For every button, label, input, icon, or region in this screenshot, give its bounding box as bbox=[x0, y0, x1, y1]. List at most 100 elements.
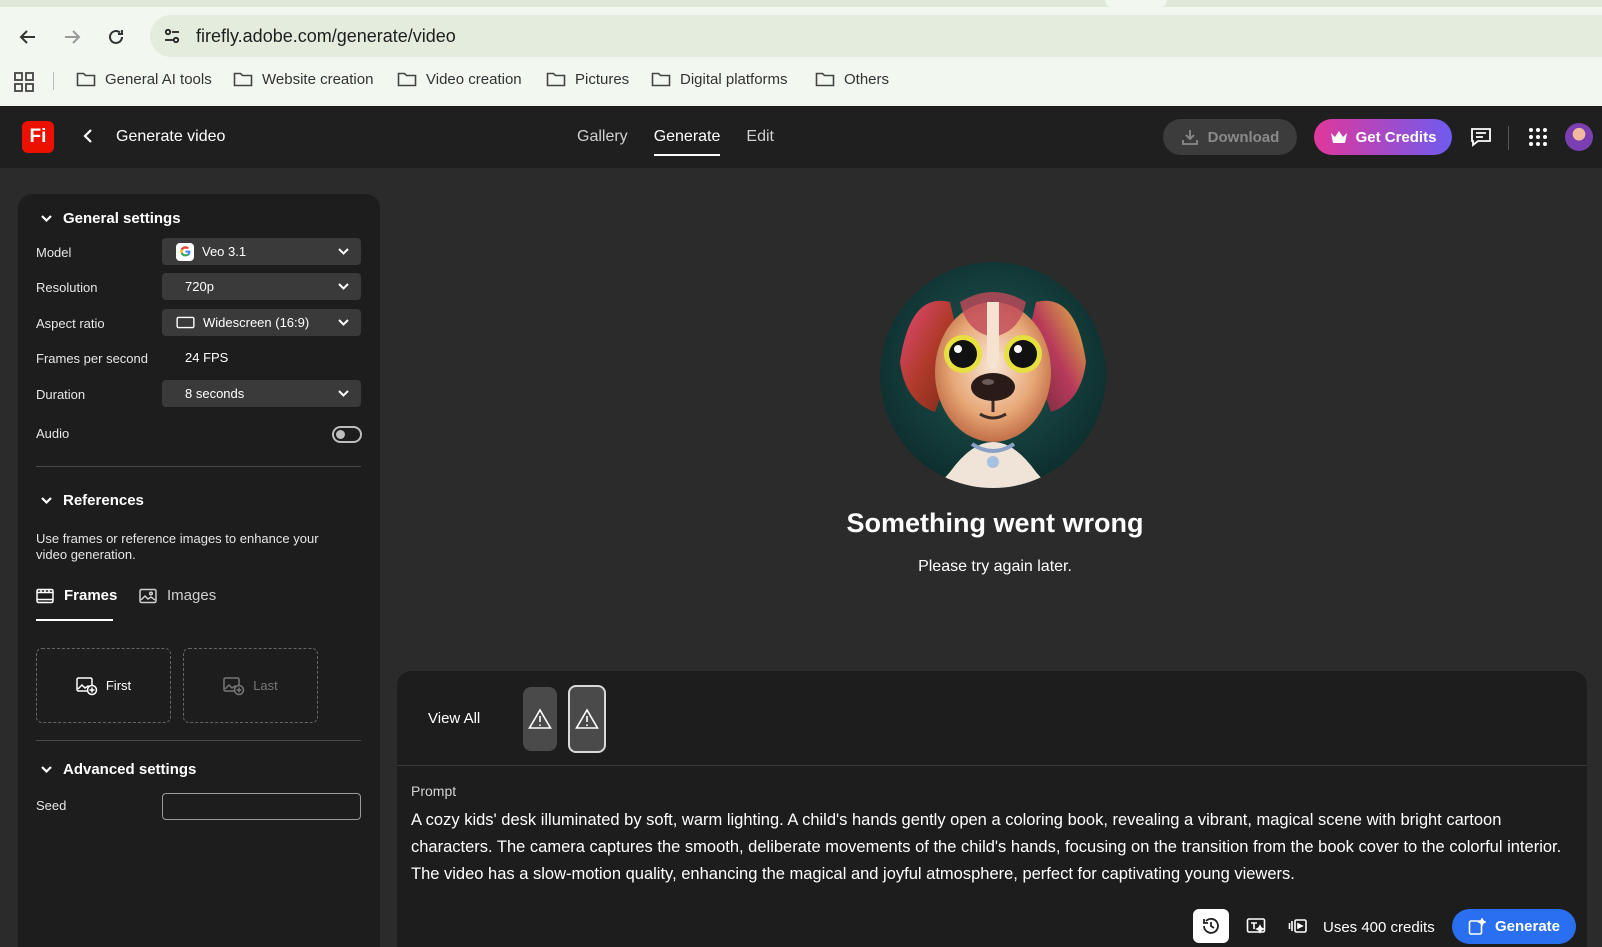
chevron-left-icon[interactable] bbox=[78, 125, 100, 147]
first-frame-label: First bbox=[105, 678, 132, 693]
folder-icon bbox=[546, 72, 566, 87]
bookmark-label: Pictures bbox=[575, 70, 630, 88]
view-all-link[interactable]: View All bbox=[428, 710, 480, 727]
references-header[interactable]: References bbox=[40, 492, 144, 509]
bookmark-folder[interactable]: Digital platforms bbox=[651, 70, 788, 88]
reload-button[interactable] bbox=[101, 22, 131, 52]
aspect-ratio-picker[interactable]: Widescreen (16:9) bbox=[162, 309, 361, 336]
download-label: Download bbox=[1207, 128, 1280, 146]
divider bbox=[36, 740, 361, 741]
general-settings-header[interactable]: General settings bbox=[40, 210, 181, 227]
resolution-label: Resolution bbox=[36, 280, 98, 295]
duration-picker[interactable]: 8 seconds bbox=[162, 380, 361, 407]
tab-frames[interactable]: Frames bbox=[36, 587, 117, 604]
first-frame-dropzone[interactable]: First bbox=[36, 648, 171, 723]
audio-toggle[interactable] bbox=[332, 426, 362, 443]
resolution-picker[interactable]: 720p bbox=[162, 273, 361, 300]
generate-button[interactable]: Generate bbox=[1452, 909, 1576, 944]
tab-strip bbox=[0, 0, 1602, 7]
address-bar[interactable]: firefly.adobe.com/generate/video bbox=[150, 15, 1602, 57]
chevron-down-icon bbox=[338, 319, 349, 326]
prompt-textarea[interactable]: A cozy kids' desk illuminated by soft, w… bbox=[411, 807, 1576, 888]
warning-icon bbox=[528, 708, 552, 729]
frames-tab-label: Frames bbox=[64, 587, 118, 604]
toggle-knob bbox=[336, 430, 345, 439]
images-tab-label: Images bbox=[167, 587, 217, 604]
advanced-settings-header[interactable]: Advanced settings bbox=[40, 761, 196, 778]
tab-generate[interactable]: Generate bbox=[653, 128, 720, 156]
user-avatar[interactable] bbox=[1565, 123, 1593, 151]
browser-chrome: firefly.adobe.com/generate/video General… bbox=[0, 0, 1602, 106]
history-icon bbox=[1203, 918, 1219, 934]
arrow-right-icon bbox=[65, 30, 81, 44]
forward-button[interactable] bbox=[57, 22, 87, 52]
widescreen-icon bbox=[176, 316, 195, 329]
aspect-ratio-label: Aspect ratio bbox=[36, 316, 105, 331]
tab-images[interactable]: Images bbox=[139, 587, 216, 604]
arrow-left-icon bbox=[19, 30, 35, 44]
divider bbox=[397, 765, 1587, 766]
bookmark-label: Others bbox=[844, 70, 890, 88]
audio-label: Audio bbox=[36, 426, 70, 441]
generate-label: Generate bbox=[1494, 918, 1561, 935]
tab-edit[interactable]: Edit bbox=[746, 128, 774, 156]
fps-label: Frames per second bbox=[36, 351, 148, 366]
references-description: Use frames or reference images to enhanc… bbox=[36, 531, 319, 562]
chevron-down-icon bbox=[338, 283, 349, 290]
url-text: firefly.adobe.com/generate/video bbox=[196, 26, 456, 46]
active-browser-tab[interactable] bbox=[1105, 0, 1167, 7]
firefly-logo[interactable]: Fi bbox=[22, 121, 54, 153]
failed-generation-thumbnail[interactable] bbox=[523, 687, 557, 751]
effects-icon bbox=[1288, 919, 1307, 933]
history-button[interactable] bbox=[1193, 909, 1229, 943]
main-tabs: Gallery Generate Edit bbox=[577, 128, 774, 156]
add-image-icon bbox=[76, 676, 98, 695]
bookmark-folder[interactable]: General AI tools bbox=[76, 70, 212, 88]
chevron-down-icon bbox=[41, 766, 52, 774]
model-label: Model bbox=[36, 245, 72, 260]
back-button[interactable] bbox=[13, 22, 43, 52]
folder-icon bbox=[651, 72, 671, 87]
failed-generation-thumbnail[interactable] bbox=[568, 685, 606, 753]
image-icon bbox=[139, 588, 157, 603]
bookmark-folder[interactable]: Pictures bbox=[546, 70, 629, 88]
bookmark-folder[interactable]: Website creation bbox=[233, 70, 373, 88]
seed-input[interactable] bbox=[162, 793, 361, 820]
prompt-panel: View All Prompt A cozy kids' desk illumi… bbox=[397, 671, 1587, 947]
warning-icon bbox=[575, 708, 599, 729]
prompt-label: Prompt bbox=[411, 783, 457, 799]
download-button[interactable]: Download bbox=[1163, 119, 1297, 155]
tab-gallery[interactable]: Gallery bbox=[577, 128, 628, 156]
prompt-suggestions-button[interactable] bbox=[1238, 909, 1274, 943]
get-credits-button[interactable]: Get Credits bbox=[1314, 119, 1452, 155]
duration-value: 8 seconds bbox=[185, 386, 245, 401]
section-title: Advanced settings bbox=[63, 761, 197, 778]
header-divider bbox=[1508, 126, 1509, 150]
bookmarks-divider bbox=[53, 72, 54, 90]
settings-panel: General settings Model Veo 3.1 Resolutio… bbox=[18, 194, 380, 947]
folder-icon bbox=[76, 72, 96, 87]
apps-grid-icon[interactable] bbox=[13, 71, 35, 93]
last-frame-label: Last bbox=[253, 678, 278, 693]
bookmark-label: Digital platforms bbox=[680, 70, 788, 88]
last-frame-dropzone[interactable]: Last bbox=[183, 648, 318, 723]
credits-cost: Uses 400 credits bbox=[1323, 919, 1435, 936]
divider bbox=[36, 466, 361, 467]
model-picker[interactable]: Veo 3.1 bbox=[162, 238, 361, 265]
bookmarks-bar: General AI tools Website creation Video … bbox=[0, 66, 1602, 96]
site-settings-icon[interactable] bbox=[158, 22, 186, 50]
chevron-down-icon bbox=[338, 390, 349, 397]
active-tab-underline bbox=[36, 619, 113, 621]
apps-grid-icon[interactable] bbox=[1526, 125, 1550, 149]
resolution-value: 720p bbox=[185, 279, 214, 294]
chevron-down-icon bbox=[41, 215, 52, 223]
style-presets-button[interactable] bbox=[1280, 909, 1316, 943]
bookmark-folder[interactable]: Others bbox=[815, 70, 889, 88]
bookmark-folder[interactable]: Video creation bbox=[397, 70, 522, 88]
folder-icon bbox=[233, 72, 253, 87]
feedback-chat-icon[interactable] bbox=[1469, 125, 1493, 149]
bookmark-label: General AI tools bbox=[105, 70, 212, 88]
get-credits-label: Get Credits bbox=[1355, 128, 1437, 146]
download-icon bbox=[1181, 130, 1198, 145]
google-icon bbox=[176, 242, 194, 261]
